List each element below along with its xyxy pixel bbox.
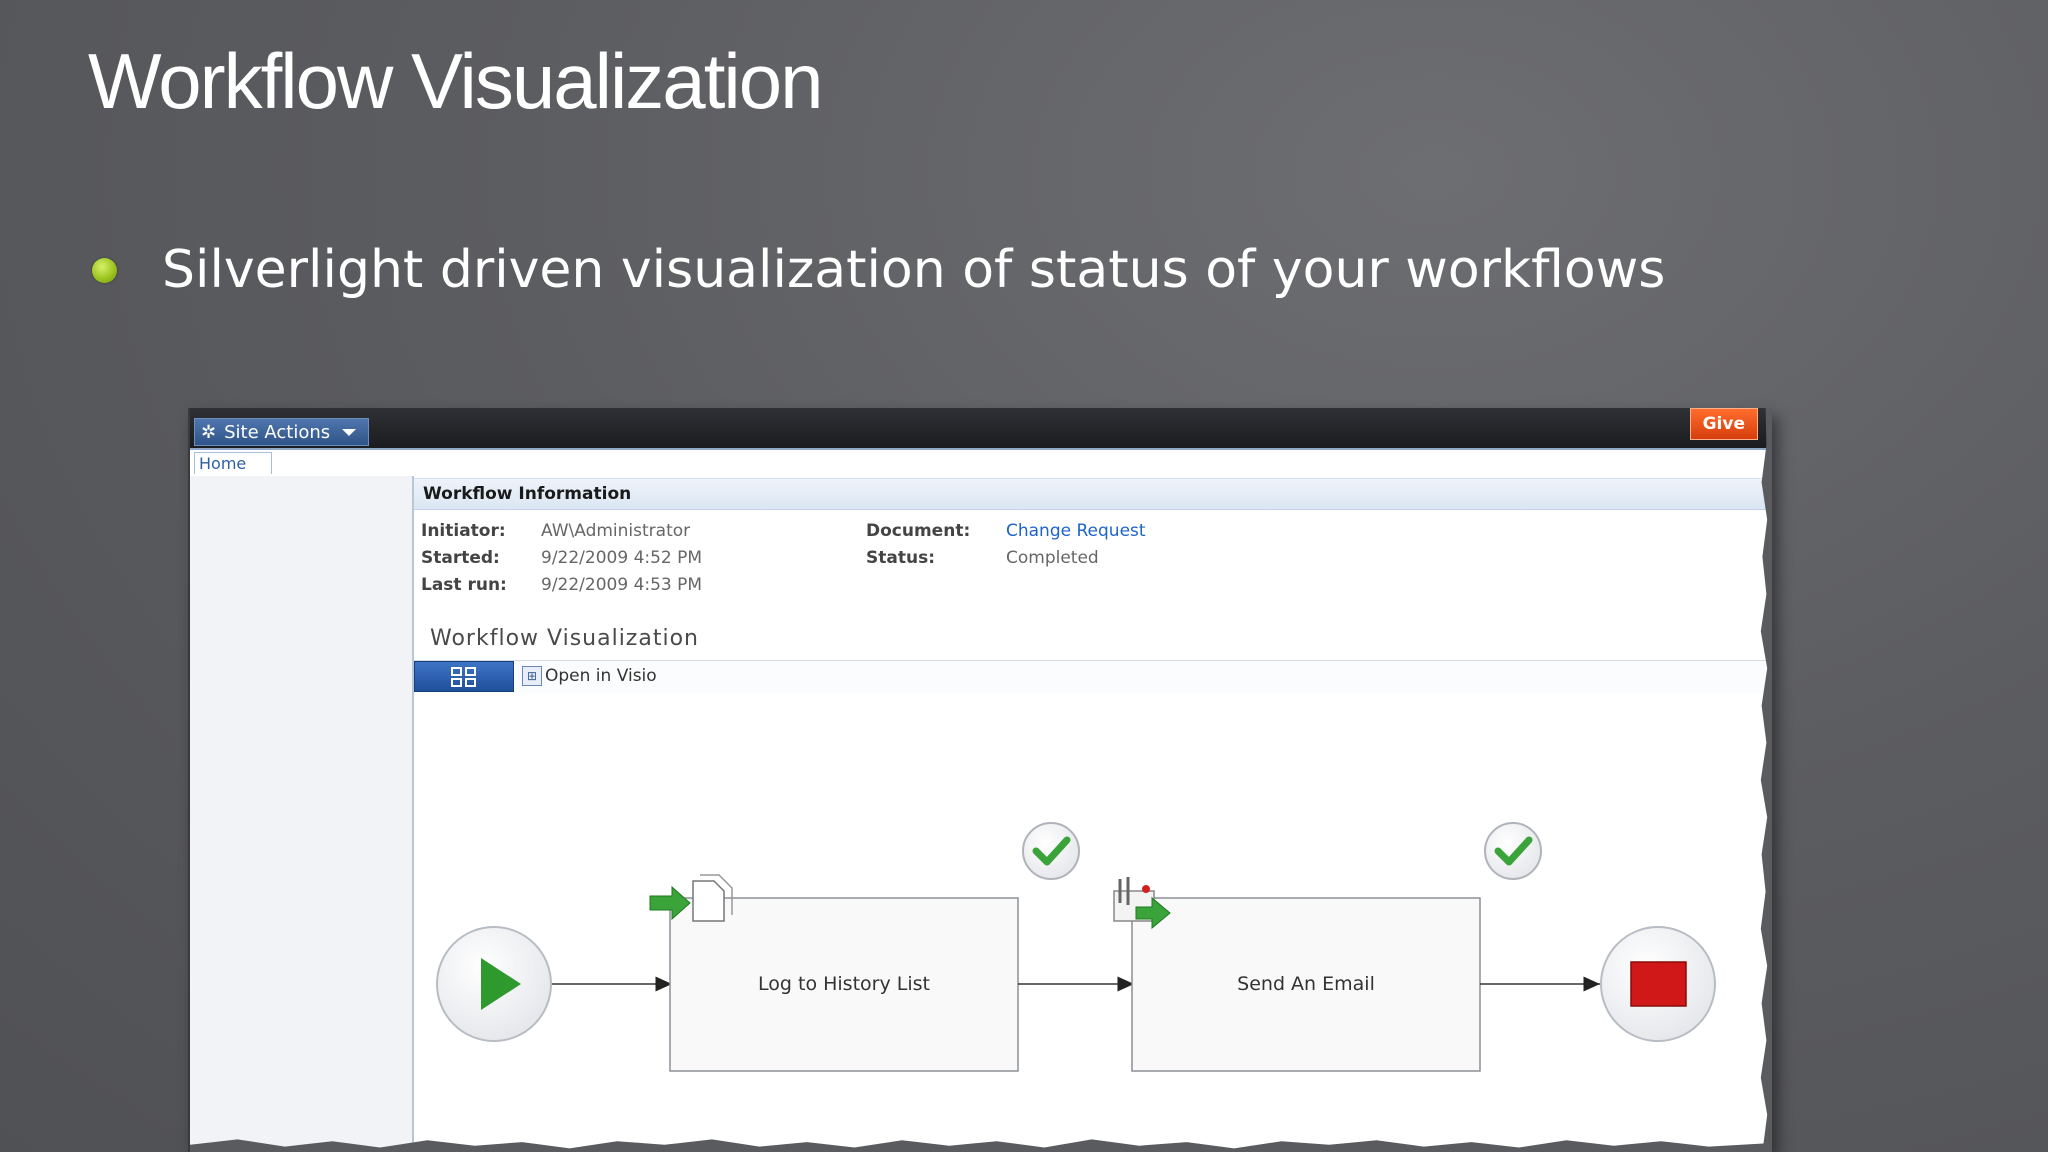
end-node[interactable] bbox=[1600, 926, 1716, 1042]
chevron-down-icon bbox=[342, 428, 357, 436]
started-value: 9/22/2009 4:52 PM bbox=[541, 548, 703, 568]
give-button[interactable]: Give bbox=[1689, 408, 1758, 440]
bullet-dot-icon bbox=[92, 257, 117, 283]
step-label: Log to History List bbox=[758, 973, 930, 995]
tab-home[interactable]: Home bbox=[194, 452, 272, 474]
status-value: Completed bbox=[1006, 548, 1099, 568]
slide-title: Workflow Visualization bbox=[88, 37, 823, 125]
step-label: Send An Email bbox=[1237, 973, 1375, 995]
diagram-icon bbox=[451, 666, 476, 687]
workflow-diagram: Log to History List Send An Email bbox=[436, 822, 1716, 1072]
breadcrumb-bar: Home bbox=[190, 450, 1772, 477]
check-icon bbox=[1022, 822, 1080, 880]
top-bar: ✲ Site Actions Give bbox=[190, 408, 1772, 450]
main-content: Workflow Information Initiator: AW\Admini… bbox=[414, 476, 1772, 1152]
diagram-view-button[interactable] bbox=[414, 661, 514, 692]
gear-icon: ✲ bbox=[201, 421, 217, 443]
open-in-visio-button[interactable]: ⊞ Open in Visio bbox=[522, 666, 657, 686]
visio-icon: ⊞ bbox=[522, 666, 542, 686]
workflow-visualization-heading: Workflow Visualization bbox=[430, 626, 699, 651]
site-actions-menu[interactable]: ✲ Site Actions bbox=[194, 418, 370, 446]
initiator-label: Initiator: bbox=[421, 521, 506, 541]
bullet-item: Silverlight driven visualization of stat… bbox=[92, 240, 1665, 300]
info-left-column: Initiator: AW\Administrator Started: 9/22/… bbox=[421, 518, 702, 599]
sharepoint-screenshot: ✲ Site Actions Give Home Workflow Inform… bbox=[188, 408, 1772, 1152]
open-in-visio-label: Open in Visio bbox=[545, 666, 657, 686]
workflow-info-header: Workflow Information bbox=[414, 478, 1772, 510]
last-run-value: 9/22/2009 4:53 PM bbox=[541, 575, 703, 595]
document-label: Document: bbox=[866, 521, 971, 541]
workflow-step-log-history[interactable]: Log to History List bbox=[669, 897, 1019, 1072]
document-link[interactable]: Change Request bbox=[1006, 521, 1146, 541]
left-navigation bbox=[190, 476, 414, 1152]
start-node[interactable] bbox=[436, 926, 552, 1042]
started-label: Started: bbox=[421, 548, 500, 568]
workflow-canvas: Log to History List Send An Email bbox=[414, 693, 1772, 1152]
workflow-step-send-email[interactable]: Send An Email bbox=[1131, 897, 1481, 1072]
info-right-column: Document: Change Request Status: Completed bbox=[866, 518, 1146, 572]
visualization-toolbar: ⊞ Open in Visio bbox=[414, 660, 1772, 694]
bullet-text: Silverlight driven visualization of stat… bbox=[162, 240, 1666, 300]
site-actions-label: Site Actions bbox=[224, 421, 331, 443]
check-icon bbox=[1484, 822, 1542, 880]
initiator-value: AW\Administrator bbox=[541, 521, 691, 541]
status-label: Status: bbox=[866, 548, 935, 568]
last-run-label: Last run: bbox=[421, 575, 507, 595]
stop-icon bbox=[1630, 961, 1687, 1007]
